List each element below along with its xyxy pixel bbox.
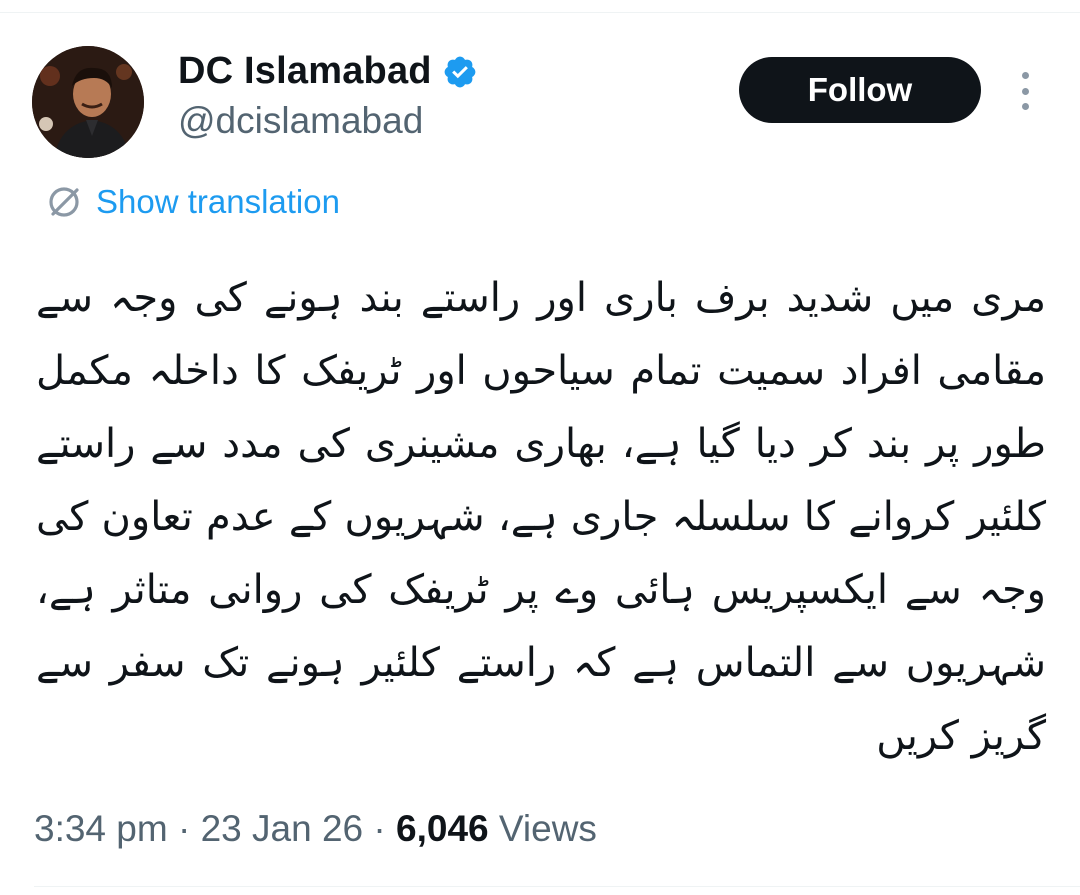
- more-vertical-icon[interactable]: [1008, 68, 1042, 114]
- separator: ·: [167, 808, 201, 849]
- tweet-meta: 3:34 pm · 23 Jan 26 · 6,046 Views: [34, 808, 597, 850]
- avatar[interactable]: [32, 46, 144, 158]
- dot: [1021, 72, 1029, 79]
- translate-icon: [44, 182, 84, 222]
- user-handle[interactable]: @dcislamabad: [178, 100, 423, 142]
- top-divider: [0, 12, 1080, 13]
- tweet-view: DC Islamabad @dcislamabad Follow Show tr…: [0, 0, 1080, 895]
- display-name[interactable]: DC Islamabad: [178, 50, 432, 93]
- separator: ·: [363, 808, 397, 849]
- tweet-time[interactable]: 3:34 pm: [34, 808, 168, 849]
- views-count: 6,046: [396, 808, 489, 849]
- show-translation-label: Show translation: [96, 183, 340, 220]
- bottom-divider: [34, 886, 1080, 887]
- views-label: Views: [498, 808, 597, 849]
- follow-button[interactable]: Follow: [739, 57, 981, 123]
- name-row: DC Islamabad: [178, 50, 478, 93]
- tweet-text: مری میں شدید برف باری اور راستے بند ہونے…: [36, 275, 1046, 759]
- verified-badge-icon: [442, 54, 478, 90]
- dot: [1021, 103, 1029, 110]
- show-translation-button[interactable]: Show translation: [44, 182, 340, 222]
- dot: [1021, 87, 1029, 95]
- tweet-date[interactable]: 23 Jan 26: [201, 808, 364, 849]
